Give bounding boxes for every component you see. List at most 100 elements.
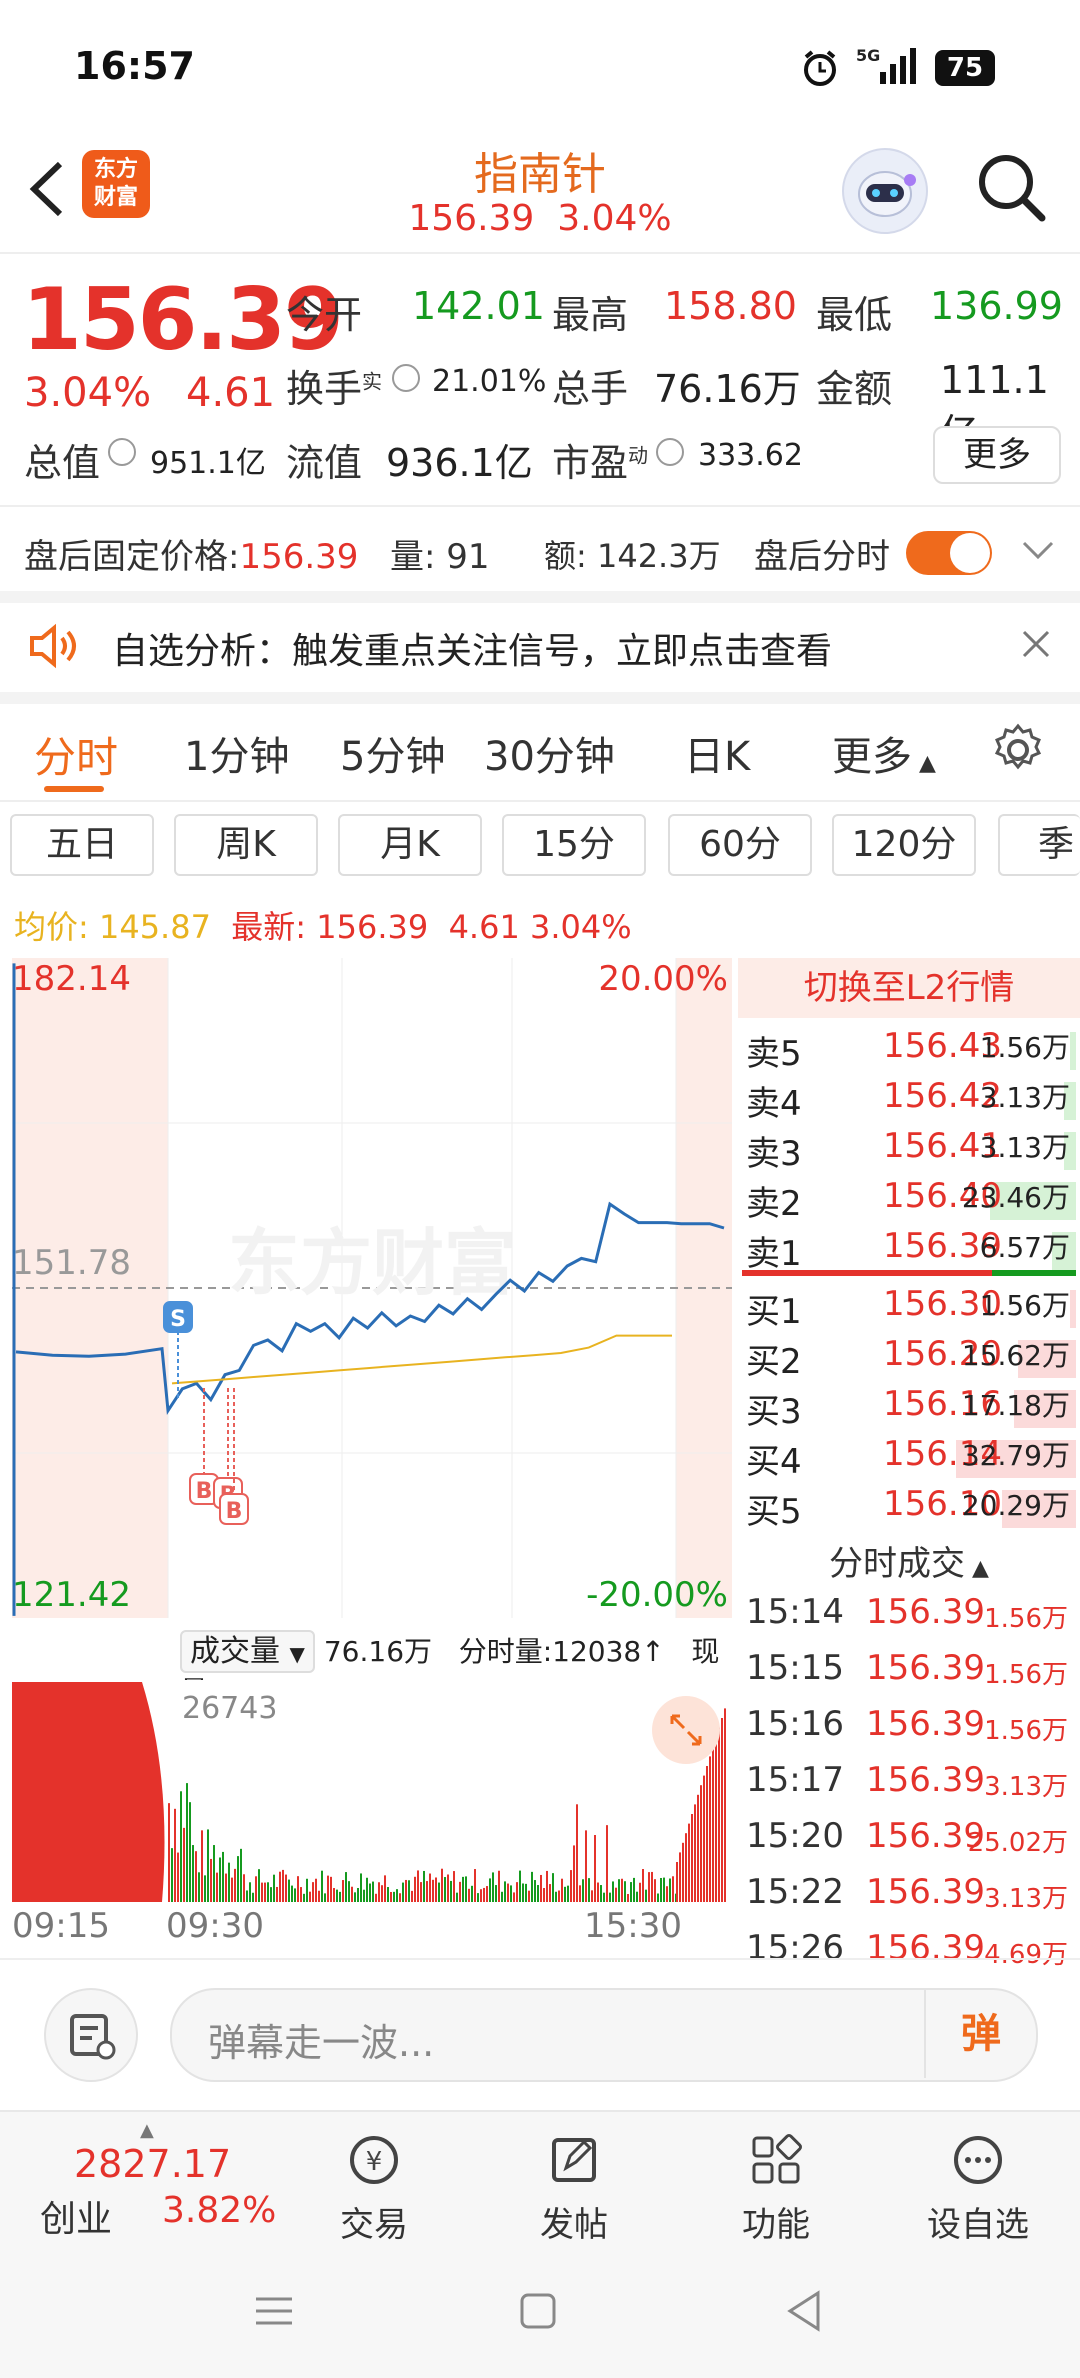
ask-row[interactable]: 卖1 156.39 6.57万	[742, 1226, 1076, 1274]
alert-bar[interactable]: 自选分析：触发重点关注信号，立即点击查看	[0, 600, 1080, 704]
info-icon[interactable]	[656, 438, 684, 466]
volume-bar	[663, 1877, 665, 1902]
period-120min-button[interactable]: 120分	[832, 814, 976, 876]
volume-bar	[435, 1877, 437, 1902]
volume-bar	[498, 1870, 500, 1902]
intraday-chart[interactable]: 东方财富 S BBB 182.14 151.78 121.42 20.00% -2…	[12, 958, 732, 1618]
home-icon[interactable]	[518, 2291, 558, 2331]
switch-l2-button[interactable]: 切换至L2行情	[738, 958, 1080, 1018]
bid-row[interactable]: 买2 156.20 15.62万	[742, 1334, 1076, 1382]
volume-bar	[264, 1882, 266, 1902]
stock-name[interactable]: 指南针	[340, 138, 740, 202]
search-icon[interactable]	[972, 148, 1052, 228]
volume-bar	[366, 1877, 368, 1902]
volume-bar	[285, 1874, 287, 1902]
volume-bar	[417, 1870, 419, 1902]
tab-timeshare[interactable]: 分时	[34, 724, 118, 785]
danmu-toggle-button[interactable]: 弹	[924, 1990, 1036, 2078]
volume-bar	[651, 1871, 653, 1902]
trade-icon: ¥	[350, 2136, 398, 2184]
tick-price: 156.39	[866, 1592, 985, 1632]
period-quarter-button[interactable]: 季	[998, 814, 1080, 876]
tab-more[interactable]: 更多 ▲	[832, 724, 936, 782]
expand-icon[interactable]	[652, 1696, 720, 1764]
ask-row[interactable]: 卖4 156.42 3.13万	[742, 1076, 1076, 1124]
after-hours-toggle[interactable]	[906, 531, 992, 575]
chevron-down-icon[interactable]	[1018, 535, 1058, 567]
depth-qty: 17.18万	[961, 1389, 1070, 1422]
settings-gear-icon[interactable]	[990, 722, 1046, 778]
nav-trade[interactable]: ¥ 交易	[294, 2132, 454, 2246]
volume-header: 成交量 ▼ 76.16万 分时量:12038↑ 现量:12038	[180, 1626, 730, 1708]
after-hours-volume: 量: 91	[390, 537, 490, 577]
tick-time: 15:15	[746, 1648, 844, 1688]
depth-qty: 15.62万	[961, 1339, 1070, 1372]
volume-bar	[237, 1856, 239, 1902]
more-button[interactable]: 更多	[933, 426, 1061, 484]
robot-assistant-icon[interactable]	[842, 148, 928, 234]
volume-bar	[522, 1883, 524, 1902]
volume-bar	[564, 1886, 566, 1902]
volume-chart[interactable]: 26743	[12, 1680, 732, 1902]
danmu-input[interactable]: 弹幕走一波... 弹	[170, 1988, 1038, 2082]
volume-bar	[679, 1852, 681, 1902]
nav-post[interactable]: 发帖	[494, 2132, 654, 2246]
ticks-header[interactable]: 分时成交 ▲	[738, 1536, 1080, 1585]
period-5day-button[interactable]: 五日	[10, 814, 154, 876]
period-month-button[interactable]: 月K	[338, 814, 482, 876]
volume-bar	[657, 1893, 659, 1902]
tab-1min[interactable]: 1分钟	[184, 724, 289, 782]
ask-row[interactable]: 卖3 156.41 3.13万	[742, 1126, 1076, 1174]
close-icon[interactable]	[1016, 624, 1056, 664]
volume-bar	[246, 1890, 248, 1902]
depth-level-label: 卖4	[746, 1084, 802, 1124]
depth-level-label: 买5	[746, 1492, 802, 1532]
open-label: 今开	[286, 293, 363, 337]
high-label: 最高	[552, 293, 629, 337]
volume-bar	[468, 1888, 470, 1902]
nav-functions[interactable]: 功能	[696, 2132, 856, 2246]
chart-tabs: 分时 1分钟 5分钟 30分钟 日K 更多 ▲	[0, 704, 1080, 802]
notes-icon[interactable]	[44, 1988, 138, 2082]
index-name: 创业	[40, 2199, 113, 2240]
app-logo[interactable]: 东方 财富	[82, 150, 150, 218]
period-15min-button[interactable]: 15分	[502, 814, 646, 876]
period-60min-button[interactable]: 60分	[668, 814, 812, 876]
volume-dropdown[interactable]: 成交量 ▼	[180, 1630, 315, 1673]
ask-row[interactable]: 卖2 156.40 23.46万	[742, 1176, 1076, 1224]
volume-bar	[712, 1746, 714, 1902]
svg-text:B: B	[196, 1479, 213, 1504]
period-week-button[interactable]: 周K	[174, 814, 318, 876]
volume-bar	[606, 1825, 608, 1902]
info-icon[interactable]	[108, 438, 136, 466]
x-tick-label: 15:30	[584, 1906, 682, 1946]
volume-bar	[411, 1890, 413, 1902]
bid-row[interactable]: 买5 156.10 20.29万	[742, 1484, 1076, 1532]
menu-icon[interactable]	[252, 2291, 296, 2331]
back-nav-icon[interactable]	[784, 2289, 824, 2333]
tab-daily-k[interactable]: 日K	[684, 724, 750, 782]
trade-marker[interactable]: B	[213, 1388, 243, 1509]
volume-bar	[462, 1876, 464, 1902]
volume-bar	[513, 1892, 515, 1902]
index-quote[interactable]: ▲ 2827.17 创业 3.82%	[30, 2120, 280, 2240]
tab-30min[interactable]: 30分钟	[484, 724, 615, 782]
bid-row[interactable]: 买4 156.14 32.79万	[742, 1434, 1076, 1482]
nav-add-watchlist[interactable]: 设自选	[898, 2132, 1058, 2246]
tab-5min[interactable]: 5分钟	[340, 724, 445, 782]
bid-row[interactable]: 买3 156.16 17.18万	[742, 1384, 1076, 1432]
toggle-knob	[950, 533, 990, 573]
depth-qty: 1.56万	[979, 1289, 1070, 1322]
volume-bar	[537, 1885, 539, 1902]
depth-level-label: 买1	[746, 1292, 802, 1332]
bid-row[interactable]: 买1 156.30 1.56万	[742, 1284, 1076, 1332]
volume-bar	[582, 1879, 584, 1902]
ask-row[interactable]: 卖5 156.43 1.56万	[742, 1026, 1076, 1074]
info-icon[interactable]	[392, 364, 420, 392]
volume-bar	[700, 1785, 702, 1902]
volume-bar	[381, 1885, 383, 1902]
back-arrow-icon[interactable]	[24, 158, 70, 220]
volume-bar	[297, 1876, 299, 1902]
trade-marker[interactable]: B	[219, 1388, 249, 1525]
depth-level-label: 卖1	[746, 1234, 802, 1274]
